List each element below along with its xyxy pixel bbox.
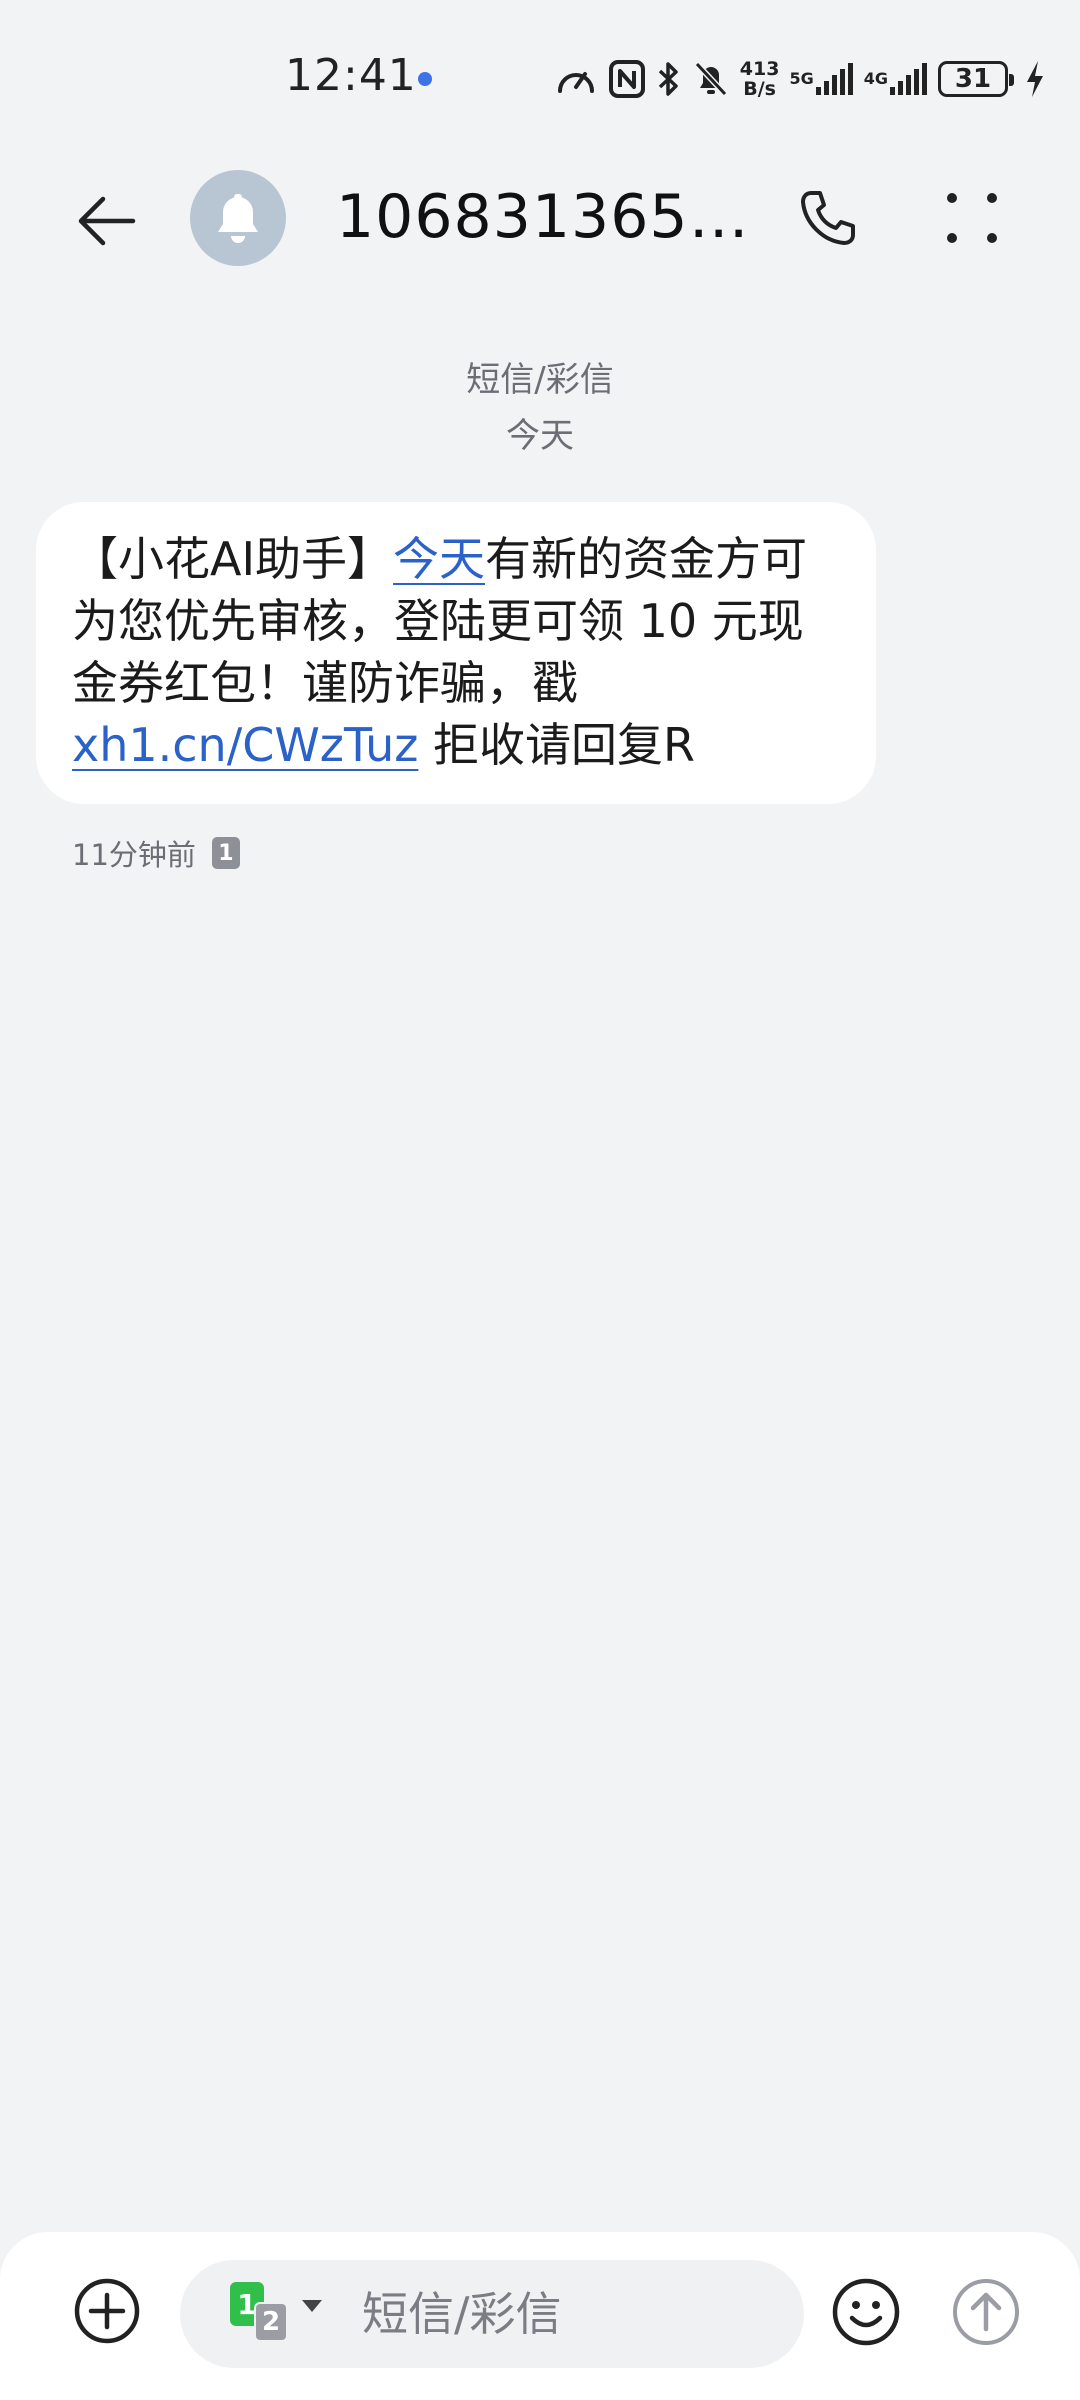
message-link-today[interactable]: 今天 <box>393 532 485 586</box>
network-speed: 413 B/s <box>740 59 780 99</box>
message-bubble[interactable]: 【小花AI助手】今天有新的资金方可为您优先审核，登陆更可领 10 元现金券红包！… <box>36 502 876 804</box>
nfc-icon <box>608 59 646 99</box>
message-link-url[interactable]: xh1.cn/CWzTuz <box>72 718 418 772</box>
sim-badge: 1 <box>211 837 240 869</box>
net2-label: 4G <box>863 69 888 88</box>
emoji-icon <box>832 2278 900 2346</box>
notification-dot <box>418 72 432 86</box>
network-speed-unit: B/s <box>743 78 776 100</box>
battery-indicator: 31 <box>938 61 1014 97</box>
contact-title: 1068313659... <box>336 182 756 252</box>
network-speed-value: 413 <box>739 58 780 80</box>
message-text-part1: 【小花AI助手】 <box>72 532 394 586</box>
message-input[interactable] <box>360 2280 780 2348</box>
avatar[interactable] <box>190 170 286 266</box>
status-time: 12:41 <box>285 50 417 101</box>
signal-icon <box>815 63 853 95</box>
add-icon <box>74 2278 140 2344</box>
charging-icon <box>1024 59 1046 99</box>
signal-5g: 5G <box>789 61 853 97</box>
more-options-button[interactable] <box>934 180 1010 256</box>
signal-icon-2 <box>890 63 927 95</box>
speedometer-icon <box>554 59 598 99</box>
send-button[interactable] <box>946 2272 1026 2352</box>
bluetooth-icon <box>656 59 682 99</box>
call-button[interactable] <box>790 180 866 256</box>
battery-level: 31 <box>954 64 992 94</box>
add-attachment-button[interactable] <box>72 2276 142 2346</box>
status-icons: 413 B/s 5G 4G 31 <box>554 54 1046 104</box>
conversation-type-label: 短信/彩信 <box>466 360 614 400</box>
emoji-button[interactable] <box>826 2272 906 2352</box>
back-button[interactable] <box>70 186 140 256</box>
conversation-header: 1068313659... <box>0 150 1080 290</box>
message-meta: 11分钟前 1 <box>72 832 240 874</box>
chevron-down-icon <box>302 2300 322 2312</box>
phone-icon <box>801 191 855 245</box>
message-input-container: 1 2 <box>180 2260 804 2368</box>
message-text-part3: 拒收请回复R <box>418 718 695 772</box>
send-icon <box>953 2279 1019 2345</box>
message-time: 11分钟前 <box>72 838 196 872</box>
sim2-icon: 2 <box>254 2302 288 2342</box>
mute-icon <box>692 59 730 99</box>
composer-bar: 1 2 <box>0 2232 1080 2400</box>
conversation-date-label: 今天 <box>506 416 574 456</box>
net1-label: 5G <box>789 69 814 88</box>
sim-switch-button[interactable]: 1 2 <box>230 2282 322 2346</box>
bell-icon <box>218 194 258 243</box>
signal-4g: 4G <box>864 61 928 97</box>
more-icon <box>947 193 997 243</box>
status-bar: 12:41 413 B/s 5G 4G 31 <box>0 0 1080 150</box>
back-arrow-icon <box>78 196 136 246</box>
